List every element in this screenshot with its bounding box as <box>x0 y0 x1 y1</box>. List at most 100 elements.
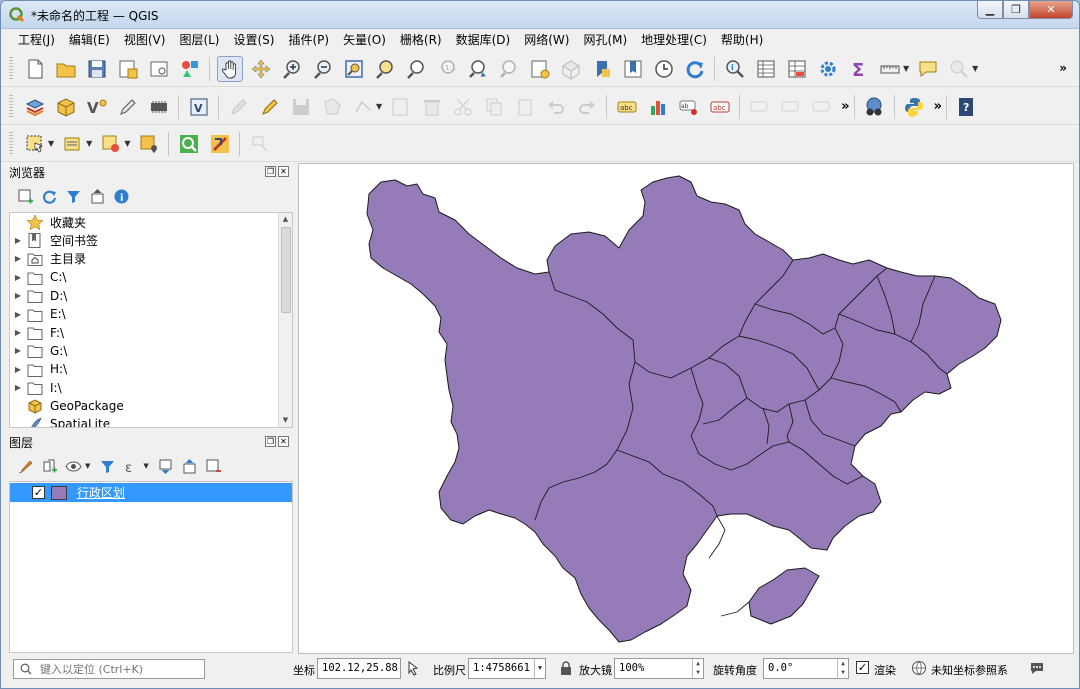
browser-properties-button[interactable]: i <box>111 186 131 206</box>
toolbar-labels-overflow-button[interactable]: » <box>841 99 849 114</box>
select-by-expression-button[interactable] <box>60 131 86 157</box>
layer-symbol-swatch[interactable] <box>51 485 67 500</box>
expand-all-button[interactable] <box>156 456 176 476</box>
new-geopackage-layer-button[interactable] <box>53 94 79 120</box>
current-edits-button[interactable] <box>226 94 252 120</box>
expand-arrow-icon[interactable]: ▶ <box>10 328 26 337</box>
pan-to-selection-button[interactable] <box>248 56 274 82</box>
rotation-spin-arrows[interactable]: ▲ ▼ <box>837 659 848 678</box>
menu-view[interactable]: 视图(V) <box>117 29 173 51</box>
save-project-button[interactable] <box>84 56 110 82</box>
processing-toolbox-button[interactable] <box>176 131 202 157</box>
close-button[interactable]: ✕ <box>1029 1 1073 19</box>
toolbar-main-overflow-button[interactable]: » <box>1059 61 1067 75</box>
add-selected-layers-button[interactable] <box>15 186 35 206</box>
browser-float-button[interactable]: ❐ <box>265 166 276 177</box>
python-console-button[interactable] <box>901 94 927 120</box>
menu-plugins[interactable]: 插件(P) <box>281 29 336 51</box>
expand-arrow-icon[interactable]: ▶ <box>10 365 26 374</box>
menu-layer[interactable]: 图层(L) <box>172 29 226 51</box>
zoom-out-button[interactable] <box>310 56 336 82</box>
new-temporary-layer-button[interactable] <box>146 94 172 120</box>
browser-item-geopackage[interactable]: GeoPackage <box>10 397 292 415</box>
pin-labels-button[interactable]: ab <box>676 94 702 120</box>
toolbar-grip[interactable] <box>9 56 13 81</box>
browser-item-drive-d[interactable]: ▶ D:\ <box>10 287 292 305</box>
zoom-next-button[interactable] <box>496 56 522 82</box>
save-layer-edits-button[interactable] <box>288 94 314 120</box>
expand-arrow-icon[interactable]: ▶ <box>10 273 26 282</box>
paste-features-button[interactable] <box>512 94 538 120</box>
cut-features-button[interactable] <box>450 94 476 120</box>
layer-visibility-checkbox[interactable]: ✓ <box>32 486 45 499</box>
zoom-to-selection-button[interactable] <box>372 56 398 82</box>
toolbar-grip[interactable] <box>9 131 13 156</box>
filter-legend-button[interactable] <box>97 456 117 476</box>
browser-item-favorites[interactable]: 收藏夹 <box>10 213 292 231</box>
expand-arrow-icon[interactable]: ▶ <box>10 254 26 263</box>
copy-features-button[interactable] <box>481 94 507 120</box>
expand-arrow-icon[interactable]: ▶ <box>10 310 26 319</box>
add-feature-button[interactable] <box>319 94 345 120</box>
browser-filter-button[interactable] <box>63 186 83 206</box>
magnifier-spinbox[interactable]: 100% ▲ ▼ <box>614 658 704 679</box>
layers-float-button[interactable]: ❐ <box>265 436 276 447</box>
move-label-button[interactable] <box>747 94 773 120</box>
digitize-pen-button[interactable] <box>115 94 141 120</box>
menu-processing[interactable]: 地理处理(C) <box>634 29 714 51</box>
magnifier-spin-arrows[interactable]: ▲ ▼ <box>692 659 703 678</box>
modify-attributes-button[interactable] <box>388 94 414 120</box>
metasearch-button[interactable] <box>861 94 887 120</box>
data-source-manager-button[interactable] <box>22 94 48 120</box>
redo-button[interactable] <box>574 94 600 120</box>
show-bookmarks-button[interactable] <box>620 56 646 82</box>
new-bookmark-button[interactable] <box>589 56 615 82</box>
collapse-all-button[interactable] <box>180 456 200 476</box>
diagram-options-button[interactable] <box>645 94 671 120</box>
temporal-controller-button[interactable] <box>651 56 677 82</box>
browser-item-drive-g[interactable]: ▶ G:\ <box>10 342 292 360</box>
messages-speech-bubble-icon[interactable] <box>1029 660 1045 676</box>
browser-item-home[interactable]: ▶ 主目录 <box>10 250 292 268</box>
coordinate-field[interactable]: 102.12,25.88 <box>317 658 401 679</box>
zoom-to-layer-button[interactable] <box>403 56 429 82</box>
toolbar-plugins-overflow-button[interactable]: » <box>934 99 942 114</box>
browser-collapse-all-button[interactable] <box>87 186 107 206</box>
browser-item-drive-i[interactable]: ▶ I:\ <box>10 379 292 397</box>
rotate-label-button[interactable] <box>778 94 804 120</box>
browser-item-drive-h[interactable]: ▶ H:\ <box>10 360 292 378</box>
new-shapefile-layer-button[interactable]: V <box>84 94 110 120</box>
expand-arrow-icon[interactable]: ▶ <box>10 383 26 392</box>
manage-map-themes-button[interactable] <box>63 456 83 476</box>
zoom-last-button[interactable] <box>465 56 491 82</box>
toggle-editing-button[interactable] <box>257 94 283 120</box>
menu-edit[interactable]: 编辑(E) <box>62 29 117 51</box>
expand-arrow-icon[interactable]: ▶ <box>10 346 26 355</box>
expand-arrow-icon[interactable]: ▶ <box>10 236 26 245</box>
menu-help[interactable]: 帮助(H) <box>714 29 770 51</box>
zoom-in-button[interactable] <box>279 56 305 82</box>
browser-close-button[interactable]: ✕ <box>278 166 289 177</box>
map-canvas[interactable] <box>298 163 1074 654</box>
scroll-down-icon[interactable]: ▼ <box>279 414 292 427</box>
print-layout-button[interactable] <box>146 56 172 82</box>
layer-styling-button[interactable] <box>15 456 35 476</box>
browser-refresh-button[interactable] <box>39 186 59 206</box>
text-annotation-button[interactable] <box>946 56 972 82</box>
maximize-button[interactable]: ❐ <box>1003 1 1029 19</box>
refresh-button[interactable] <box>682 56 708 82</box>
browser-item-spatialite[interactable]: SpatiaLite <box>10 415 292 427</box>
identify-features-button[interactable]: i <box>722 56 748 82</box>
digitize-shape-button[interactable] <box>247 131 273 157</box>
zoom-full-button[interactable] <box>341 56 367 82</box>
style-manager-button[interactable] <box>177 56 203 82</box>
menu-vector[interactable]: 矢量(O) <box>336 29 393 51</box>
menu-settings[interactable]: 设置(S) <box>227 29 282 51</box>
remove-layer-button[interactable] <box>204 456 224 476</box>
render-checkbox[interactable]: ✓ <box>856 661 869 674</box>
rotation-spinbox[interactable]: 0.0° ▲ ▼ <box>763 658 849 679</box>
scroll-thumb[interactable] <box>281 227 291 313</box>
browser-item-drive-f[interactable]: ▶ F:\ <box>10 323 292 341</box>
menu-mesh[interactable]: 网孔(M) <box>576 29 634 51</box>
open-attribute-table-button[interactable] <box>753 56 779 82</box>
